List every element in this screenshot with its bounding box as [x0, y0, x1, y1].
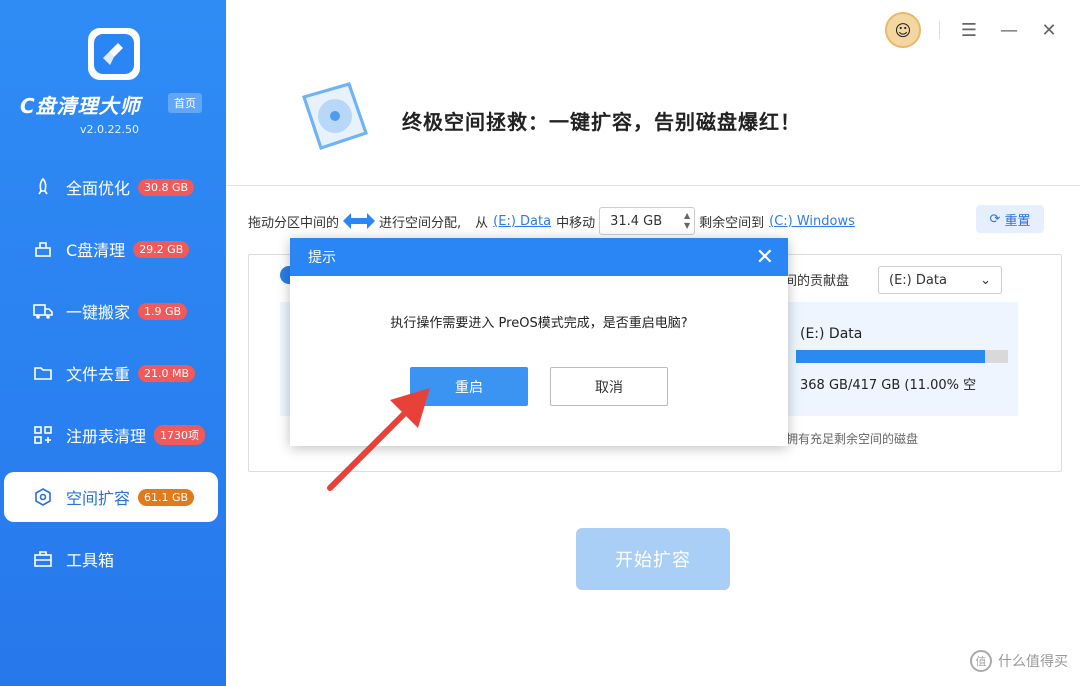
- cancel-button[interactable]: 取消: [550, 367, 668, 406]
- truck-icon: [32, 300, 54, 322]
- annotation-arrow-icon: [327, 388, 430, 491]
- rocket-icon: [32, 176, 54, 198]
- sidebar-item-badge: 21.0 MB: [138, 364, 196, 382]
- watermark: 值 什么值得买: [970, 650, 1068, 672]
- watermark-text: 什么值得买: [998, 654, 1068, 670]
- home-link[interactable]: 首页: [168, 93, 202, 113]
- select-value: (E:) Data: [889, 272, 947, 288]
- sidebar-item-expand[interactable]: 空间扩容 61.1 GB: [4, 472, 218, 522]
- disk-usage-fill: [796, 350, 985, 363]
- allocation-controls: 拖动分区中间的 进行空间分配, 从 (E:) Data 中移动 31.4 GB …: [248, 206, 860, 236]
- sidebar-item-dedupe[interactable]: 文件去重 21.0 MB: [4, 348, 218, 398]
- sidebar-item-label: C盘清理: [66, 241, 126, 260]
- menu-icon[interactable]: ☰: [958, 19, 980, 41]
- sidebar-item-c-clean[interactable]: C盘清理 29.2 GB: [4, 224, 218, 274]
- refresh-icon: ⟳: [989, 211, 1001, 227]
- broom-logo-icon: [103, 43, 123, 65]
- page-header: 终极空间拯救：一键扩容，告别磁盘爆红！: [226, 60, 1080, 186]
- sidebar-item-badge: 30.8 GB: [138, 178, 195, 196]
- disk-icon: [302, 82, 368, 150]
- close-icon[interactable]: ✕: [1038, 19, 1060, 41]
- chevron-down-icon[interactable]: ▼: [684, 221, 690, 231]
- to-disk-link[interactable]: (C:) Windows: [769, 214, 855, 229]
- registry-icon: [32, 424, 54, 446]
- drag-instruction: 拖动分区中间的: [248, 215, 340, 231]
- close-icon[interactable]: ✕: [756, 245, 774, 270]
- disk-name: (E:) Data: [800, 326, 863, 342]
- app-title: C盘清理大师: [20, 94, 141, 118]
- contrib-disk-label: 间的贡献盘: [784, 274, 850, 289]
- sidebar-item-label: 全面优化: [66, 179, 131, 198]
- sidebar-item-toolbox[interactable]: 工具箱: [4, 534, 218, 584]
- watermark-icon: 值: [970, 650, 992, 672]
- sidebar-item-full-optimize[interactable]: 全面优化 30.8 GB: [4, 162, 218, 212]
- window-controls: ☺ ☰ — ✕: [885, 12, 1060, 48]
- sidebar-item-label: 文件去重: [66, 365, 131, 384]
- broom-icon: [32, 238, 54, 260]
- folder-icon: [32, 362, 54, 384]
- move-text: 中移动: [556, 215, 596, 231]
- avatar[interactable]: ☺: [885, 12, 921, 48]
- chevron-down-icon: ⌄: [980, 272, 991, 288]
- sidebar-item-badge: 1.9 GB: [138, 302, 188, 320]
- sidebar-item-label: 一键搬家: [66, 303, 131, 322]
- app-logo: [88, 28, 140, 80]
- size-value: 31.4 GB: [610, 213, 663, 229]
- sidebar-item-badge: 1730项: [154, 425, 206, 445]
- dialog-message: 执行操作需要进入 PreOS模式完成，是否重启电脑?: [390, 316, 688, 331]
- disk-usage-bar: [796, 350, 1008, 363]
- sidebar-item-registry[interactable]: 注册表清理 1730项: [4, 410, 218, 460]
- sidebar-item-label: 工具箱: [66, 551, 115, 570]
- sidebar-item-move[interactable]: 一键搬家 1.9 GB: [4, 286, 218, 336]
- to-text: 剩余空间到: [699, 215, 765, 231]
- contrib-disk-select[interactable]: (E:) Data ⌄: [878, 266, 1002, 294]
- chevron-up-icon[interactable]: ▲: [684, 211, 690, 221]
- hint-text: 择拥有充足剩余空间的磁盘: [774, 432, 919, 446]
- allocate-text: 进行空间分配,: [379, 215, 462, 231]
- page-title: 终极空间拯救：一键扩容，告别磁盘爆红！: [402, 110, 801, 134]
- divider: [939, 21, 940, 39]
- sidebar-item-label: 空间扩容: [66, 489, 131, 508]
- size-stepper[interactable]: 31.4 GB ▲ ▼: [599, 207, 696, 235]
- disk-usage-text: 368 GB/417 GB (11.00% 空: [800, 378, 977, 393]
- app-version: v2.0.22.50: [80, 123, 139, 136]
- sidebar: C盘清理大师 首页 v2.0.22.50 全面优化 30.8 GB C盘清理 2…: [0, 0, 226, 686]
- from-disk-link[interactable]: (E:) Data: [493, 214, 551, 229]
- sidebar-item-label: 注册表清理: [66, 427, 147, 446]
- reset-button[interactable]: ⟳ 重置: [976, 205, 1044, 233]
- minimize-icon[interactable]: —: [998, 19, 1020, 41]
- double-arrow-icon: [343, 213, 376, 229]
- from-text: 从: [475, 215, 489, 231]
- start-expand-button[interactable]: 开始扩容: [576, 528, 730, 590]
- dialog-header: 提示 ✕: [290, 238, 788, 276]
- toolbox-icon: [32, 548, 54, 570]
- expand-icon: [32, 486, 54, 508]
- sidebar-item-badge: 61.1 GB: [138, 488, 195, 506]
- dialog-title: 提示: [308, 250, 336, 266]
- sidebar-item-badge: 29.2 GB: [133, 240, 190, 258]
- reset-label: 重置: [1004, 213, 1031, 229]
